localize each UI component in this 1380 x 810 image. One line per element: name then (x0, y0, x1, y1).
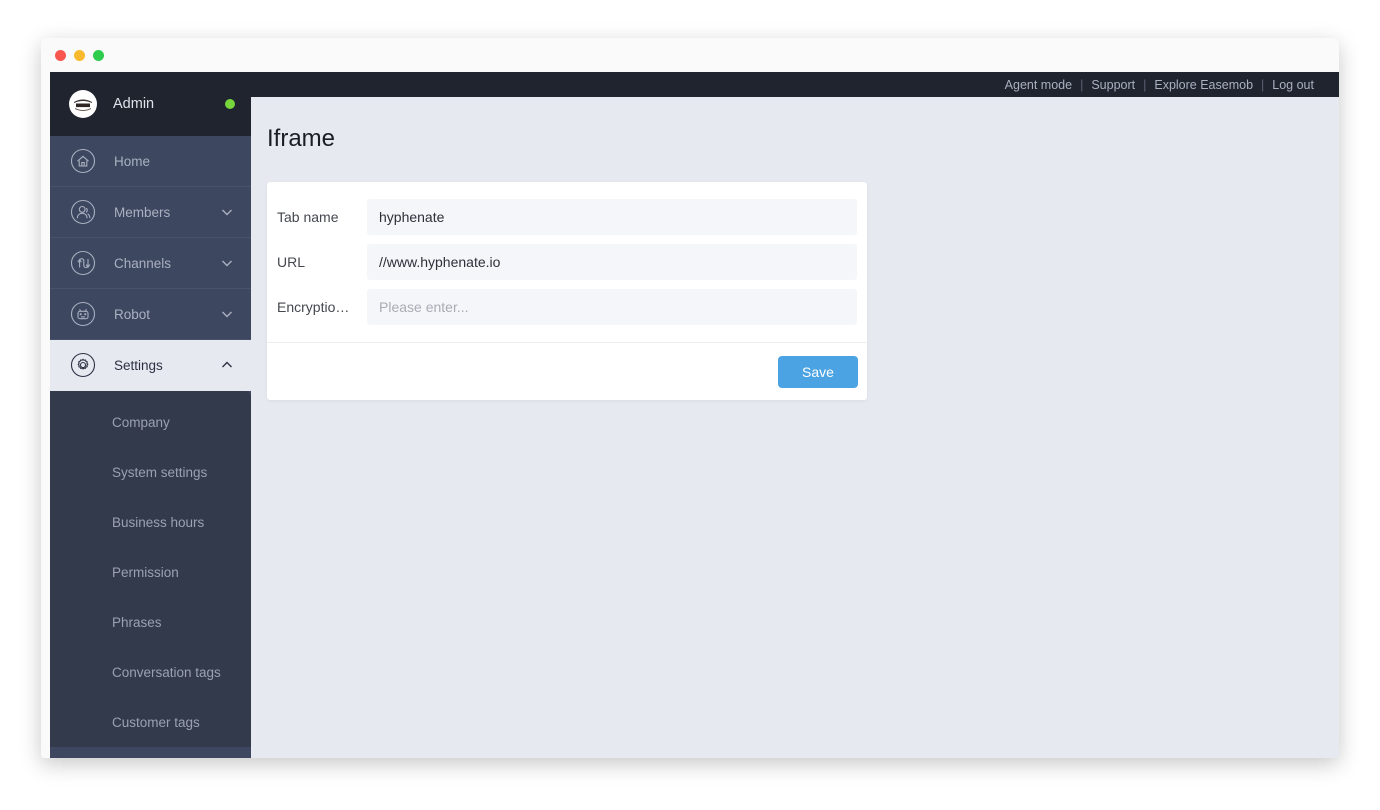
card-body: Tab name URL Encryptio… (267, 182, 867, 342)
gear-icon (70, 352, 96, 378)
save-button[interactable]: Save (778, 355, 858, 388)
avatar (69, 90, 97, 118)
sidebar-item-robot[interactable]: Robot (50, 289, 251, 340)
app-viewport: Admin Home Members Channels Robot Settin… (50, 72, 1339, 758)
sidebar-item-label: Home (114, 153, 151, 169)
submenu-item-permission[interactable]: Permission (50, 547, 251, 597)
chevron-down-icon[interactable] (219, 204, 235, 220)
sidebar-username: Admin (113, 96, 155, 112)
chevron-down-icon[interactable] (219, 255, 235, 271)
log-out-link[interactable]: Log out (1264, 78, 1322, 92)
chevron-down-icon[interactable] (219, 306, 235, 322)
submenu-item-phrases[interactable]: Phrases (50, 597, 251, 647)
submenu-item-company[interactable]: Company (50, 397, 251, 447)
tab-name-label: Tab name (277, 209, 339, 225)
minimize-window-button[interactable] (74, 49, 85, 61)
sidebar-item-label: Members (114, 204, 171, 220)
sidebar-item-members[interactable]: Members (50, 187, 251, 238)
channels-icon (70, 250, 96, 276)
submenu-item-label: Business hours (112, 514, 205, 530)
submenu-item-label: Phrases (112, 614, 162, 630)
support-link[interactable]: Support (1083, 78, 1143, 92)
submenu-item-system-settings[interactable]: System settings (50, 447, 251, 497)
chevron-up-icon[interactable] (219, 357, 235, 373)
iframe-settings-card: Tab name URL Encryptio… Save (267, 182, 867, 400)
sidebar-item-label: Settings (114, 357, 163, 373)
url-input[interactable] (367, 244, 857, 280)
sidebar-item-settings[interactable]: Settings (50, 340, 251, 391)
main-content: Agent mode | Support | Explore Easemob |… (251, 72, 1339, 758)
page-title: Iframe (267, 125, 336, 152)
submenu-item-label: Permission (112, 564, 179, 580)
form-row-encryption: Encryptio… (277, 289, 857, 325)
submenu-item-label: Company (112, 414, 170, 430)
maximize-window-button[interactable] (93, 49, 104, 61)
submenu-item-business-hours[interactable]: Business hours (50, 497, 251, 547)
url-label: URL (277, 254, 306, 270)
encryption-input[interactable] (367, 289, 857, 325)
close-window-button[interactable] (55, 49, 66, 61)
sidebar-user-header[interactable]: Admin (50, 72, 251, 136)
card-footer: Save (267, 342, 867, 400)
form-row-url: URL (277, 244, 857, 280)
top-utility-bar: Agent mode | Support | Explore Easemob |… (251, 72, 1339, 97)
submenu-item-label: Conversation tags (112, 664, 221, 680)
agent-mode-link[interactable]: Agent mode (997, 78, 1080, 92)
browser-window: Admin Home Members Channels Robot Settin… (41, 38, 1339, 758)
window-titlebar (41, 38, 1339, 72)
settings-submenu: Company System settings Business hours P… (50, 391, 251, 747)
sidebar-item-label: Channels (114, 255, 172, 271)
submenu-item-label: System settings (112, 464, 208, 480)
sidebar-item-channels[interactable]: Channels (50, 238, 251, 289)
members-icon (70, 199, 96, 225)
sidebar-nav: Home Members Channels Robot Settings (50, 136, 251, 391)
submenu-item-customer-tags[interactable]: Customer tags (50, 697, 251, 747)
home-icon (70, 148, 96, 174)
submenu-item-label: Customer tags (112, 714, 200, 730)
tab-name-input[interactable] (367, 199, 857, 235)
explore-easemob-link[interactable]: Explore Easemob (1146, 78, 1261, 92)
sidebar-item-home[interactable]: Home (50, 136, 251, 187)
encryption-label: Encryptio… (277, 299, 350, 315)
form-row-tab-name: Tab name (277, 199, 857, 235)
submenu-item-conversation-tags[interactable]: Conversation tags (50, 647, 251, 697)
robot-icon (70, 301, 96, 327)
sidebar: Admin Home Members Channels Robot Settin… (50, 72, 251, 758)
sidebar-item-label: Robot (114, 306, 151, 322)
online-status-dot (225, 99, 235, 109)
